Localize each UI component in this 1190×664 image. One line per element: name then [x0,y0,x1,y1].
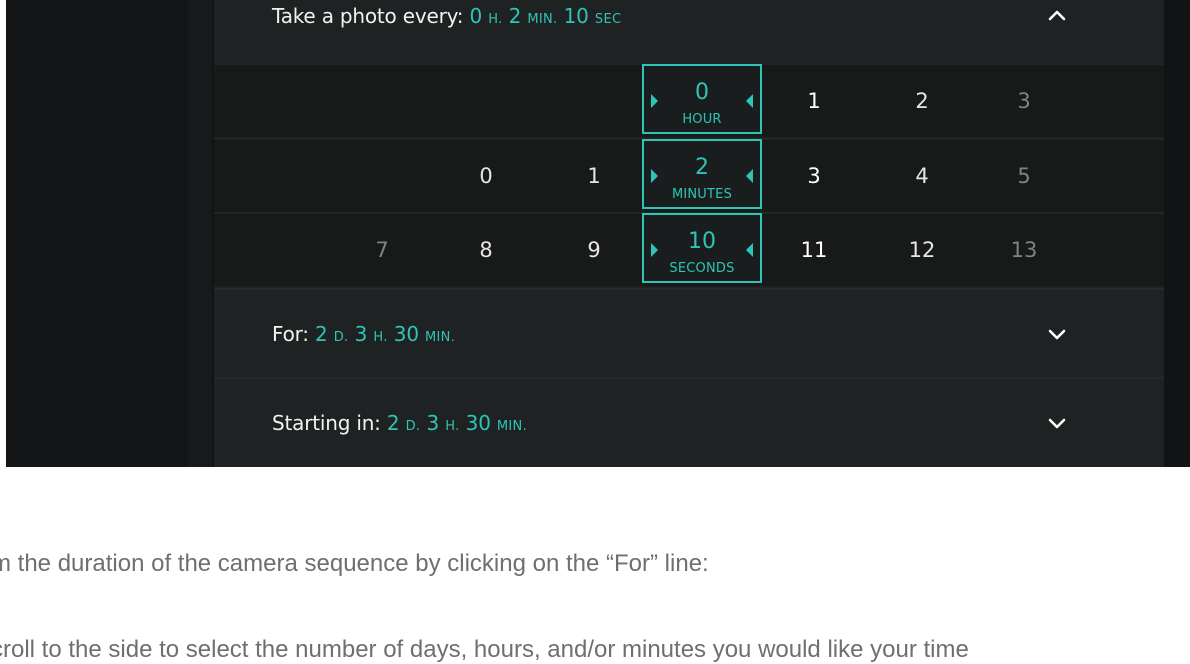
for-days-unit: D. [333,330,349,345]
seconds-selected-number: 10 [688,229,716,254]
caret-left-icon[interactable] [746,94,753,108]
start-days-unit: D. [405,419,421,434]
minutes-option[interactable]: 1 [564,140,624,212]
app-screenshot: Take a photo every: 0 H. 2 MIN. 10 SEC 1… [6,0,1190,467]
for-minutes-value: 30 [393,322,419,346]
minutes-picker-row[interactable]: 0 1 3 4 5 2 MINUTES [214,138,1164,212]
doc-paragraph-duration: m the duration of the camera sequence by… [0,550,709,577]
minutes-option[interactable]: 3 [784,140,844,212]
for-hours-unit: H. [373,330,388,345]
start-minutes-unit: MIN. [496,419,528,434]
minutes-option[interactable]: 4 [892,140,952,212]
seconds-selected-value[interactable]: 10 SECONDS [642,213,762,283]
timelapse-settings-panel: Take a photo every: 0 H. 2 MIN. 10 SEC 1… [214,0,1164,467]
take-photo-interval-header[interactable]: Take a photo every: 0 H. 2 MIN. 10 SEC [214,0,1164,62]
interval-hours-unit: H. [488,12,503,27]
hours-option[interactable]: 2 [892,65,952,137]
interval-minutes-unit: MIN. [527,12,558,27]
start-hours-unit: H. [445,419,460,434]
hours-selected-value[interactable]: 0 HOUR [642,64,762,134]
for-minutes-unit: MIN. [425,330,456,345]
starting-in-row[interactable]: Starting in: 2 D. 3 H. 30 MIN. [214,377,1164,467]
minutes-option[interactable]: 0 [456,140,516,212]
left-sidebar [6,0,188,467]
seconds-option[interactable]: 13 [994,214,1054,286]
for-label: For: 2 D. 3 H. 30 MIN. [272,322,456,346]
doc-paragraph-scroll: croll to the side to select the number o… [0,636,969,663]
minutes-unit-label: MINUTES [671,187,733,202]
hours-selected-number: 0 [695,80,709,105]
take-photo-label: Take a photo every: 0 H. 2 MIN. 10 SEC [272,4,622,28]
seconds-option[interactable]: 7 [352,214,412,286]
interval-seconds-value: 10 [563,4,589,28]
sidebar-divider [188,0,212,467]
seconds-option[interactable]: 9 [564,214,624,286]
hours-picker-row[interactable]: 1 2 3 0 HOUR [214,63,1164,137]
hours-unit-label: HOUR [682,112,722,127]
chevron-down-icon[interactable] [1046,412,1068,434]
chevron-up-icon[interactable] [1046,4,1068,26]
hours-option[interactable]: 1 [784,65,844,137]
hours-option[interactable]: 3 [994,65,1054,137]
minutes-option[interactable]: 5 [994,140,1054,212]
starting-in-label: Starting in: 2 D. 3 H. 30 MIN. [272,411,528,435]
start-minutes-value: 30 [465,411,491,435]
minutes-selected-number: 2 [695,155,709,180]
for-days-value: 2 [315,322,328,346]
seconds-option[interactable]: 8 [456,214,516,286]
duration-for-row[interactable]: For: 2 D. 3 H. 30 MIN. [214,288,1164,378]
interval-seconds-unit: SEC [594,12,622,27]
interval-minutes-value: 2 [508,4,522,28]
caret-left-icon[interactable] [746,243,753,257]
seconds-option[interactable]: 12 [892,214,952,286]
chevron-down-icon[interactable] [1046,323,1068,345]
minutes-selected-value[interactable]: 2 MINUTES [642,139,762,209]
caret-left-icon[interactable] [746,169,753,183]
seconds-option[interactable]: 11 [784,214,844,286]
seconds-picker-row[interactable]: 7 8 9 11 12 13 10 SECONDS [214,212,1164,286]
interval-hours-value: 0 [469,4,483,28]
start-days-value: 2 [386,411,400,435]
seconds-unit-label: SECONDS [669,261,735,276]
start-hours-value: 3 [426,411,440,435]
for-hours-value: 3 [354,322,368,346]
